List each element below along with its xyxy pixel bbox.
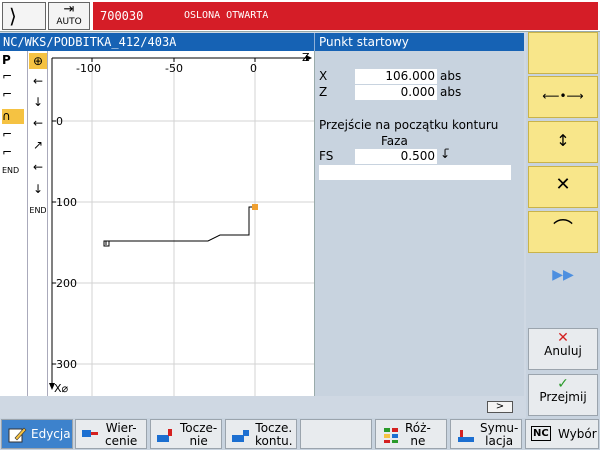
- y-tick-label: 0: [56, 115, 63, 128]
- misc-label: Róż- ne: [405, 421, 431, 448]
- fs-feed-icon[interactable]: ↓̄: [440, 147, 450, 161]
- mode-button[interactable]: ⟩: [2, 2, 46, 30]
- nc-icon: NC: [531, 426, 551, 441]
- block-program-header[interactable]: P: [2, 53, 24, 68]
- vsk-all-params-button[interactable]: ✕: [528, 166, 598, 208]
- x-value-field[interactable]: 106.000: [355, 69, 437, 84]
- vsk-perpendicular-button[interactable]: ↕: [528, 121, 598, 163]
- z-unit[interactable]: abs: [440, 85, 461, 99]
- block-cycle-icon[interactable]: ⌐: [2, 145, 24, 160]
- misc-button[interactable]: Róż- ne: [375, 419, 447, 449]
- drilling-label: Wier- cenie: [105, 421, 138, 448]
- fast-forward-icon: ▶▶: [552, 267, 574, 283]
- misc-icon: [384, 428, 398, 443]
- auto-mode-indicator[interactable]: ⇥ AUTO: [48, 2, 90, 30]
- simulation-label: Symu- lacja: [480, 421, 519, 448]
- empty-softkey[interactable]: [300, 419, 372, 449]
- cancel-label: Anuluj: [544, 344, 582, 358]
- block-cycle-icon[interactable]: ⌐: [2, 87, 24, 102]
- scroll-right-icon: >: [487, 401, 513, 413]
- x-label: X: [319, 69, 328, 83]
- y-tick-label: 100: [56, 196, 77, 209]
- contour-graphic-svg: [49, 55, 314, 396]
- step-start-point-icon[interactable]: ⊕: [29, 53, 47, 69]
- select-label: Wybór: [558, 427, 597, 441]
- transition-label: Przejście na początku konturu: [319, 118, 499, 132]
- alarm-message: OSLONA OTWARTA: [179, 2, 598, 30]
- program-block-list: P ⌐ ⌐ ∩ ⌐ ⌐ END: [0, 51, 28, 396]
- contour-turning-icon: [232, 430, 249, 442]
- contour-graphic[interactable]: -100 -50 0 Z 0 100 200 300 X⌀: [48, 51, 314, 396]
- x-tick-label: -100: [76, 62, 101, 75]
- horizontal-arrows-icon: ⟵•⟶: [542, 89, 584, 103]
- edit-button[interactable]: Edycja: [1, 419, 73, 449]
- transition-type-select[interactable]: Faza: [381, 134, 408, 148]
- x-tick-label: -50: [165, 62, 183, 75]
- vertical-arrows-icon: ↕: [556, 131, 570, 150]
- simulation-button[interactable]: Symu- lacja: [450, 419, 522, 449]
- step-line-left-icon[interactable]: ←: [29, 115, 47, 131]
- contour-turning-button[interactable]: Tocze. kontu.: [225, 419, 297, 449]
- y-tick-label: 200: [56, 277, 77, 290]
- step-line-diagonal-icon[interactable]: ↗: [29, 137, 47, 153]
- block-end[interactable]: END: [2, 163, 24, 178]
- program-path-header: NC/WKS/PODBITKA_412/403A: [0, 33, 314, 51]
- z-label: Z: [319, 85, 328, 99]
- input-form: X 106.000 abs Z 0.000 abs Przejście na p…: [314, 51, 524, 413]
- block-cycle-icon[interactable]: ⌐: [2, 127, 24, 142]
- vsk-fast-forward-button[interactable]: ▶▶: [528, 256, 598, 298]
- vertical-softkeys: ⟵•⟶ ↕ ✕ ⌒ ▶▶ ✕ Anuluj ✓ Przejmij: [526, 32, 600, 418]
- fs-label: FS: [319, 149, 334, 163]
- form-title: Punkt startowy: [314, 33, 524, 51]
- simulation-icon: [458, 430, 474, 442]
- fs-value-field[interactable]: 0.500: [355, 149, 437, 164]
- x-axis-label: X⌀: [54, 382, 69, 395]
- accept-label: Przejmij: [539, 390, 587, 404]
- step-end[interactable]: END: [29, 203, 47, 219]
- vsk-tangent-button[interactable]: ⟵•⟶: [528, 76, 598, 118]
- step-line-down-icon[interactable]: ↓: [29, 181, 47, 197]
- vsk-dialog-select-button[interactable]: ⌒: [528, 211, 598, 253]
- alarm-bar: ⟩ ⇥ AUTO 700030 OSLONA OTWARTA: [0, 0, 600, 32]
- turning-button[interactable]: Tocze- nie: [150, 419, 222, 449]
- block-cycle-icon[interactable]: ⌐: [2, 69, 24, 84]
- auto-label: AUTO: [56, 17, 82, 27]
- expand-arrows-icon: ✕: [555, 174, 571, 195]
- drilling-button[interactable]: Wier- cenie: [75, 419, 147, 449]
- alarm-number: 700030: [93, 2, 179, 30]
- scroll-right-button[interactable]: >: [487, 401, 513, 413]
- auto-arrow-icon: ⇥: [63, 2, 75, 17]
- edit-pencil-icon: [8, 427, 27, 443]
- z-axis-label: Z: [302, 51, 310, 64]
- contour-step-list: ⊕ ← ↓ ← ↗ ← ↓ END: [28, 51, 48, 396]
- turning-label: Tocze- nie: [180, 421, 218, 448]
- y-tick-label: 300: [56, 358, 77, 371]
- mode-arrow-icon: ⟩: [9, 4, 17, 28]
- drill-icon: [82, 430, 98, 437]
- comment-field[interactable]: [319, 165, 511, 180]
- z-value-field[interactable]: 0.000: [355, 85, 437, 100]
- contour-turning-label: Tocze. kontu.: [255, 421, 293, 448]
- x-unit[interactable]: abs: [440, 69, 461, 83]
- block-contour-icon[interactable]: ∩: [2, 109, 24, 124]
- step-line-left-icon[interactable]: ←: [29, 73, 47, 89]
- contour-path: [105, 206, 255, 245]
- horizontal-softkeys: Edycja Wier- cenie Tocze- nie Tocze. kon…: [0, 418, 600, 450]
- cancel-button[interactable]: ✕ Anuluj: [528, 328, 598, 370]
- x-tick-label: 0: [250, 62, 257, 75]
- vsk-1-button[interactable]: [528, 32, 598, 74]
- step-line-left-icon[interactable]: ←: [29, 159, 47, 175]
- edit-label: Edycja: [31, 427, 71, 441]
- turning-tool-icon: [157, 429, 172, 442]
- step-line-down-icon[interactable]: ↓: [29, 94, 47, 110]
- accept-button[interactable]: ✓ Przejmij: [528, 374, 598, 416]
- select-button[interactable]: NC Wybór: [525, 419, 599, 449]
- arc-arrows-icon: ⌒: [553, 217, 573, 241]
- start-point-marker: [252, 204, 258, 210]
